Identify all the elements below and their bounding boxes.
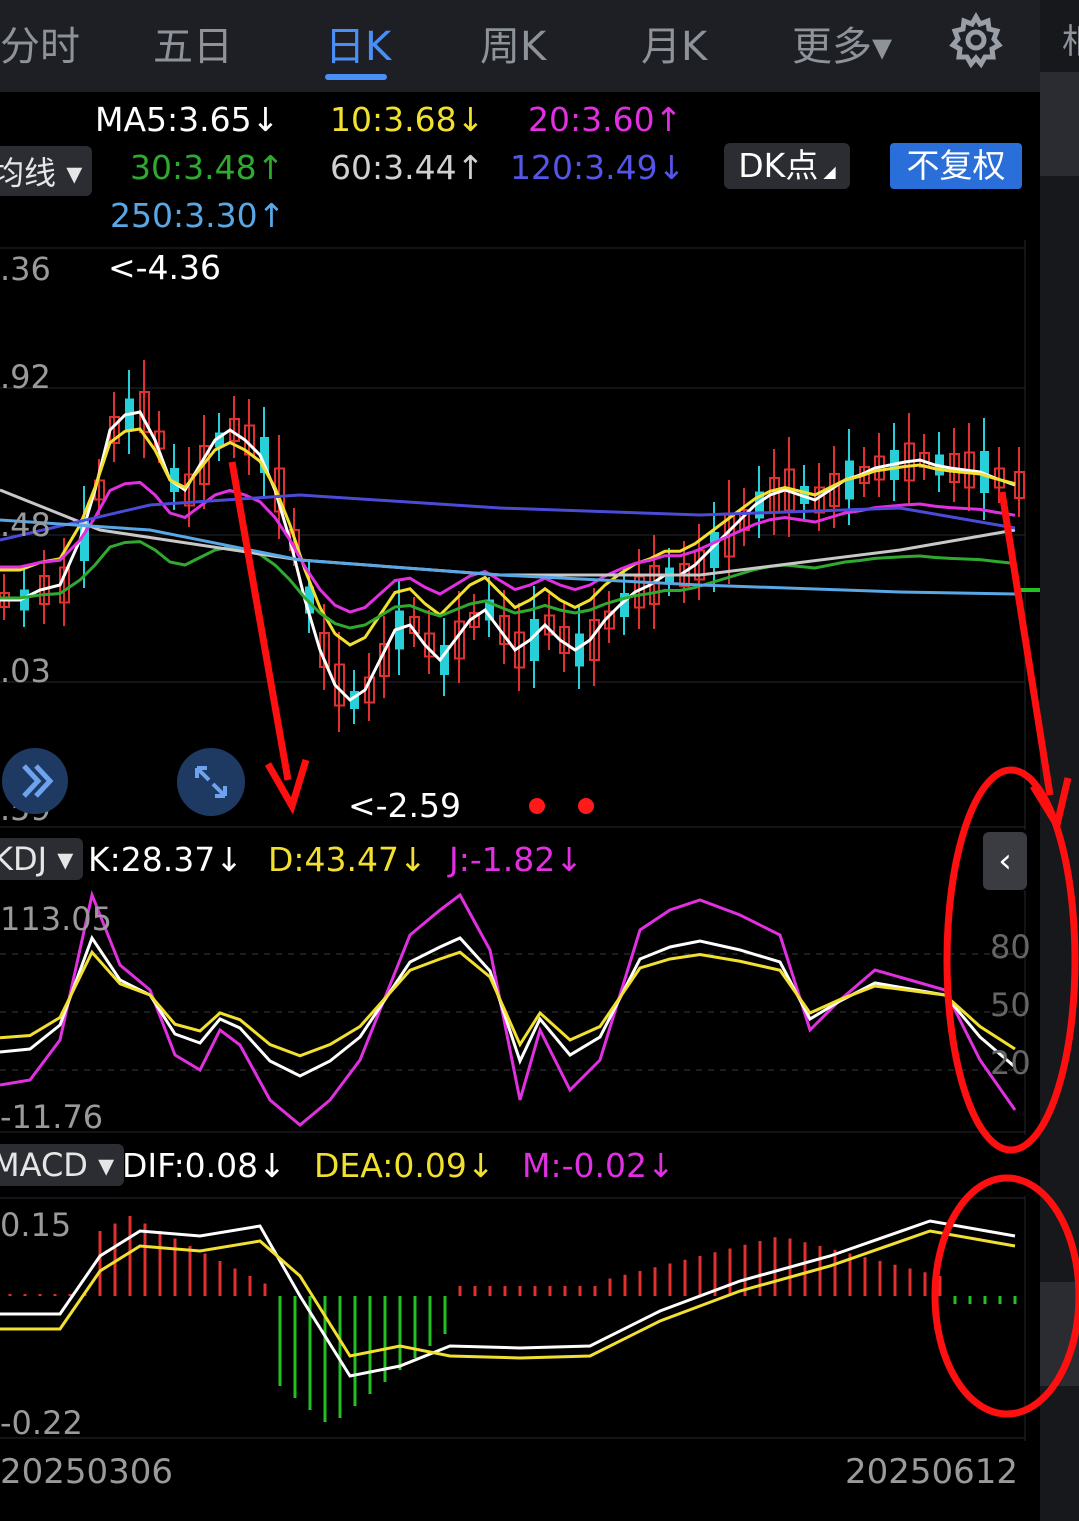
kdj-j-value: J:-1.82↓ [449, 840, 583, 879]
kdj-chart [0, 890, 1026, 1135]
active-tab-indicator [325, 74, 387, 80]
kdj-dropdown[interactable]: KDJ ▾ [0, 838, 84, 880]
price-high-marker: <-4.36 [108, 248, 222, 287]
expand-icon [195, 766, 227, 798]
price-axis-label: .03 [0, 652, 51, 690]
gear-icon[interactable] [948, 12, 1004, 68]
kdj-level-50: 50 [990, 986, 1031, 1024]
chevron-left-icon: ‹ [998, 841, 1012, 881]
candlestick-chart[interactable] [0, 240, 1040, 830]
macd-dea-line [0, 1229, 1016, 1360]
kdj-level-80: 80 [990, 928, 1031, 966]
ma250-line [0, 518, 1016, 596]
ma250-value: 250:3.30↑ [110, 196, 286, 235]
ma60-value: 60:3.44↑ [330, 148, 485, 187]
macd-dea-value: DEA:0.09↓ [314, 1146, 495, 1185]
dk-point-button[interactable]: DK点 ◢ [724, 143, 850, 189]
ma60-line [0, 488, 1016, 577]
macd-axis-top: 0.15 [0, 1206, 72, 1244]
indicator-dropdown[interactable]: 均线 ▾ [0, 146, 93, 196]
ma30-value: 30:3.48↑ [130, 148, 285, 187]
ma10-value: 10:3.68↓ [330, 100, 485, 139]
kdj-k-value: K:28.37↓ [88, 840, 243, 879]
kdj-axis-top: 113.05 [0, 900, 112, 938]
macd-m-value: M:-0.02↓ [522, 1146, 675, 1185]
price-low-marker: <-2.59 [348, 786, 462, 825]
tab-more[interactable]: 更多▾ [792, 14, 892, 72]
ma120-value: 120:3.49↓ [510, 148, 686, 187]
fast-forward-button[interactable] [2, 748, 68, 814]
price-axis-label: .48 [0, 506, 51, 544]
tab-daily-k[interactable]: 日K [325, 14, 391, 72]
macd-dif-line [0, 1219, 1016, 1378]
macd-axis-bottom: -0.22 [0, 1404, 83, 1442]
ma5-value: MA5:3.65↓ [95, 100, 280, 139]
fullscreen-button[interactable] [177, 748, 245, 816]
macd-chart [0, 1196, 1026, 1441]
double-chevron-right-icon [22, 764, 54, 798]
macd-dropdown[interactable]: MACD ▾ [0, 1144, 125, 1186]
kdj-level-20: 20 [990, 1044, 1031, 1082]
price-axis-label: .92 [0, 358, 51, 396]
tab-monthly-k[interactable]: 月K [641, 14, 707, 72]
price-axis-label: .36 [0, 250, 51, 288]
kdj-d-value: D:43.47↓ [268, 840, 427, 879]
tab-weekly-k[interactable]: 周K [480, 14, 546, 72]
signal-dot [529, 798, 545, 814]
end-date: 20250612 [845, 1452, 1019, 1492]
collapse-panel-button[interactable]: ‹ [983, 832, 1027, 890]
tab-intraday[interactable]: 分时 [0, 14, 80, 72]
ma120-line [0, 493, 1016, 542]
start-date: 20250306 [0, 1452, 174, 1492]
kdj-axis-bottom: -11.76 [0, 1098, 104, 1136]
kdj-j-line [0, 890, 1017, 1127]
no-adjust-button[interactable]: 不复权 [890, 143, 1022, 189]
tab-five-day[interactable]: 五日 [153, 14, 233, 72]
ma20-value: 20:3.60↑ [528, 100, 683, 139]
kdj-k-line [0, 934, 1016, 1078]
period-tab-bar: 分时 五日 日K 周K 月K 更多▾ [0, 0, 1040, 92]
signal-dot [578, 798, 594, 814]
macd-dif-value: DIF:0.08↓ [122, 1146, 286, 1185]
side-panel-edge: 相 [1040, 0, 1079, 1521]
side-tab-label[interactable]: 相 [1062, 14, 1079, 63]
